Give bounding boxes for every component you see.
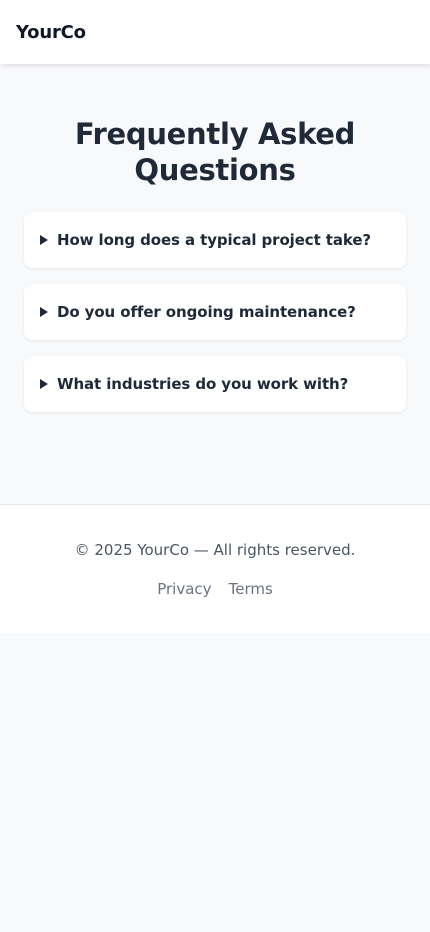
triangle-right-icon bbox=[40, 235, 48, 245]
site-header: YourCo bbox=[0, 0, 430, 64]
triangle-right-icon bbox=[40, 307, 48, 317]
page-title: Frequently Asked Questions bbox=[74, 117, 356, 187]
brand-logo-link[interactable]: YourCo bbox=[16, 22, 86, 43]
faq-question: Do you offer ongoing maintenance? bbox=[57, 303, 356, 321]
triangle-right-icon bbox=[40, 379, 48, 389]
footer-nav: Privacy Terms bbox=[0, 579, 430, 598]
faq-question: What industries do you work with? bbox=[57, 375, 349, 393]
faq-question: How long does a typical project take? bbox=[57, 231, 372, 249]
privacy-link[interactable]: Privacy bbox=[157, 580, 211, 598]
terms-link[interactable]: Terms bbox=[229, 580, 273, 598]
site-footer: © 2025 YourCo — All rights reserved. Pri… bbox=[0, 504, 430, 633]
faq-section: Frequently Asked Questions How long does… bbox=[0, 64, 430, 504]
copyright-text: © 2025 YourCo — All rights reserved. bbox=[74, 541, 356, 559]
faq-item-maintenance[interactable]: Do you offer ongoing maintenance? bbox=[24, 284, 406, 340]
faq-item-project-duration[interactable]: How long does a typical project take? bbox=[24, 212, 406, 268]
faq-item-industries[interactable]: What industries do you work with? bbox=[24, 356, 406, 412]
